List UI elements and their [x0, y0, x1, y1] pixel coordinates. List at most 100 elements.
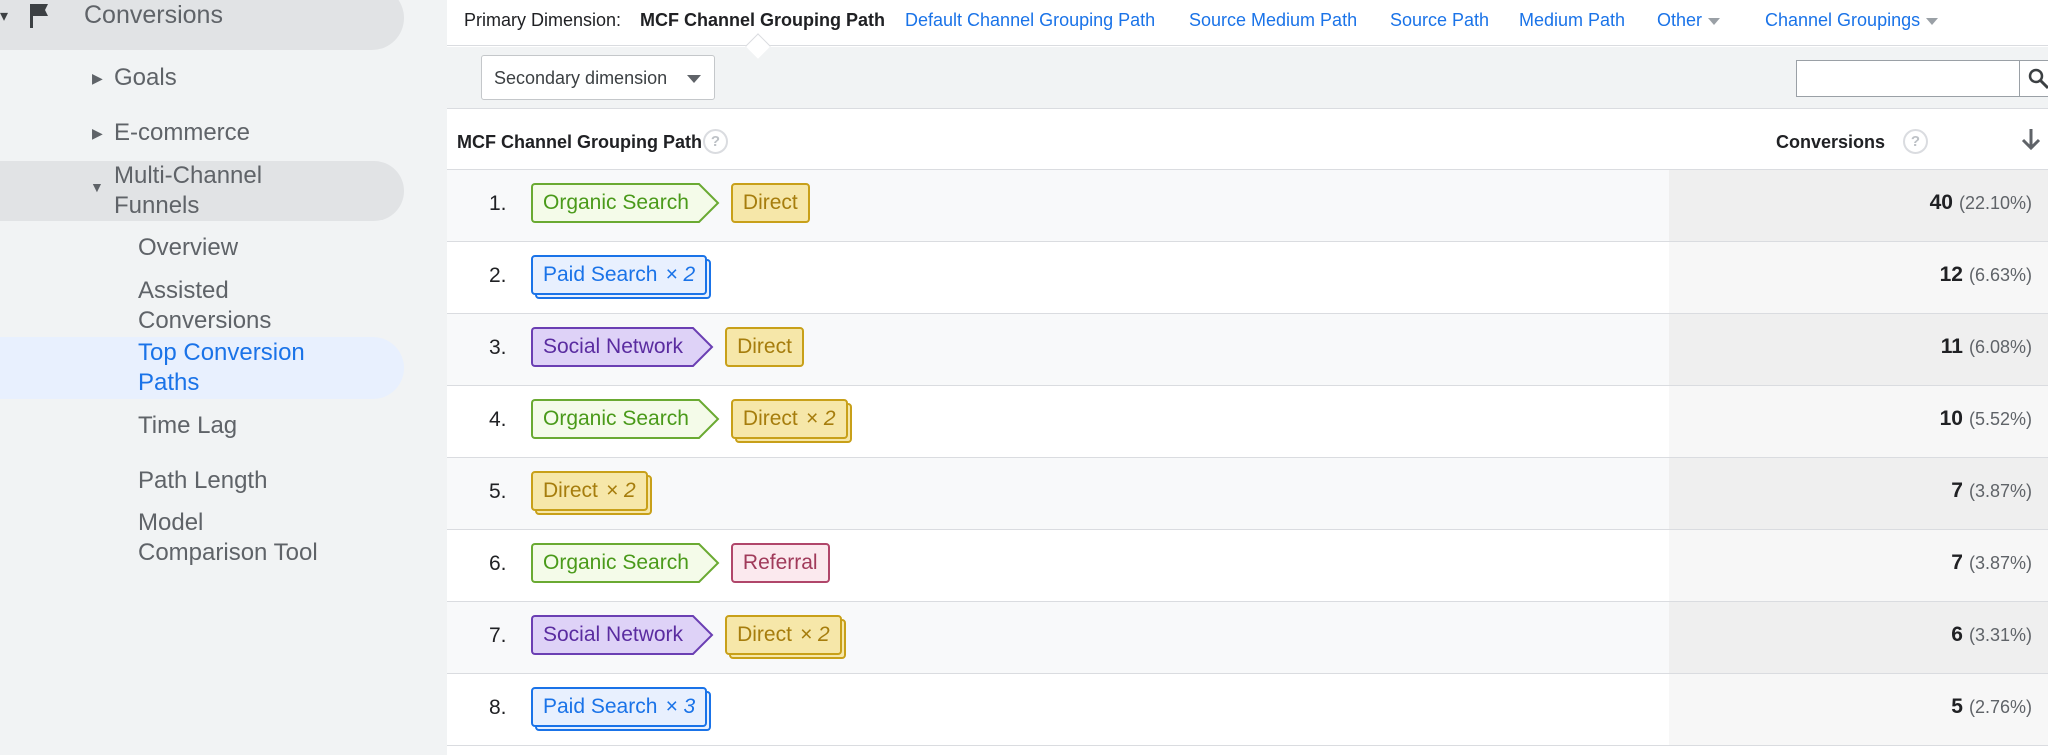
conversions-percent: (6.08%) — [1968, 337, 2032, 357]
channel-chip-social: Social Network — [531, 615, 714, 657]
secondary-dimension-label: Secondary dimension — [494, 68, 668, 88]
sidebar-item-label[interactable]: Top Conversion — [138, 338, 305, 368]
channel-chip-paid: Paid Search × 2 — [531, 255, 712, 299]
row-number: 7. — [489, 624, 507, 647]
column-header-path[interactable]: MCF Channel Grouping Path — [457, 132, 702, 153]
conversions-percent: (5.52%) — [1968, 409, 2032, 429]
conversions-value: 40 (22.10%) — [1930, 191, 2032, 215]
table-body: 1. Organic Search Direct 40 (22.10%) 2. Paid S… — [447, 170, 2048, 746]
chevron-right-icon — [692, 615, 714, 655]
chevron-right-icon — [698, 399, 720, 439]
chip-box: Organic Search — [531, 399, 699, 439]
conversions-percent: (3.87%) — [1968, 481, 2032, 501]
sidebar-item-assisted-conversions-line2[interactable]: Conversions — [138, 306, 271, 336]
chip-multiplier: × 2 — [665, 263, 696, 286]
help-icon[interactable]: ? — [1903, 129, 1928, 154]
table-row[interactable]: 5. Direct × 2 7 (3.87%) — [447, 458, 2048, 530]
chip-label: Organic Search — [543, 191, 689, 214]
chip-box: Organic Search — [531, 543, 699, 583]
dimension-link-medium[interactable]: Medium Path — [1519, 10, 1625, 31]
table-row[interactable]: 6. Organic Search Referral 7 (3.87%) — [447, 530, 2048, 602]
chip-box: Referral — [730, 543, 830, 583]
help-icon[interactable]: ? — [703, 129, 728, 154]
arrow-down-icon[interactable] — [2021, 127, 2041, 151]
conversions-value: 10 (5.52%) — [1940, 407, 2032, 431]
row-number: 3. — [489, 336, 507, 359]
conversions-count: 11 — [1940, 335, 1963, 358]
dimension-link-source-medium[interactable]: Source Medium Path — [1189, 10, 1357, 31]
sidebar-item-time-lag[interactable]: Time Lag — [138, 411, 237, 441]
table-search-input[interactable] — [1796, 60, 2020, 97]
sidebar-item-label: Funnels — [114, 192, 200, 219]
primary-dimension-bar: Primary Dimension: MCF Channel Grouping … — [447, 0, 2048, 46]
row-number: 8. — [489, 696, 507, 719]
secondary-dimension-dropdown[interactable]: Secondary dimension — [481, 55, 715, 100]
table-row[interactable]: 4. Organic Search Direct × 2 10 (5.52%) — [447, 386, 2048, 458]
chevron-right-icon — [698, 543, 720, 583]
dimension-link-source[interactable]: Source Path — [1390, 10, 1489, 31]
table-row[interactable]: 1. Organic Search Direct 40 (22.10%) — [447, 170, 2048, 242]
primary-dimension-label: Primary Dimension: — [464, 10, 622, 30]
dropdown-label: Channel Groupings — [1765, 10, 1921, 30]
chip-label: Direct — [742, 191, 798, 214]
conversions-percent: (3.87%) — [1968, 553, 2032, 573]
chip-label: Organic Search — [543, 551, 689, 574]
row-number: 6. — [489, 552, 507, 575]
table-row[interactable]: 8. Paid Search × 3 5 (2.76%) — [447, 674, 2048, 746]
chip-box: Social Network — [531, 615, 694, 655]
channel-chip-social: Social Network — [531, 327, 714, 369]
chip-label: Referral — [742, 551, 818, 574]
chip-box: Direct — [730, 183, 810, 223]
chip-label: Direct — [742, 407, 798, 430]
channel-chip-direct: Direct × 2 — [730, 399, 852, 443]
row-number: 1. — [489, 192, 507, 215]
caret-right-icon: ▶ — [92, 70, 103, 86]
sidebar-item-assisted-conversions[interactable]: Assisted — [138, 276, 229, 306]
app-root: ▾ Conversions ▶ Goals ▶ E-commerce ▼ Mul… — [0, 0, 2048, 755]
sidebar-item-overview[interactable]: Overview — [138, 233, 238, 263]
sidebar-item-multi-channel-funnels[interactable]: ▼ Multi-Channel Funnels — [0, 161, 404, 221]
sidebar-item-ecommerce[interactable]: E-commerce — [114, 118, 250, 148]
sidebar-item-model-comparison-line2[interactable]: Comparison Tool — [138, 538, 318, 568]
chip-box: Direct × 2 — [730, 399, 848, 439]
conversions-percent: (22.10%) — [1958, 193, 2032, 213]
conversions-value: 7 (3.87%) — [1951, 479, 2032, 503]
path-chips: Organic Search Direct × 2 — [531, 399, 858, 443]
caret-down-icon: ▼ — [90, 179, 104, 195]
dimension-dropdown-other[interactable]: Other — [1657, 10, 1721, 31]
table-header: MCF Channel Grouping Path ? Conversions … — [447, 110, 2048, 170]
row-number: 4. — [489, 408, 507, 431]
sidebar-item-model-comparison[interactable]: Model — [138, 508, 203, 538]
conversions-count: 5 — [1951, 695, 1963, 718]
chip-label: Social Network — [543, 623, 684, 646]
conversions-percent: (6.63%) — [1968, 265, 2032, 285]
channel-chip-organic: Organic Search — [531, 399, 720, 441]
path-chips: Organic Search Referral — [531, 543, 840, 587]
sidebar-section-conversions[interactable]: ▾ Conversions — [0, 0, 404, 50]
channel-chip-direct: Direct × 2 — [725, 615, 846, 659]
dimension-link-default-channel[interactable]: Default Channel Grouping Path — [905, 10, 1155, 31]
caret-down-icon — [1926, 17, 1939, 25]
conversions-count: 6 — [1951, 623, 1963, 646]
conversions-count: 7 — [1951, 479, 1963, 502]
table-row[interactable]: 2. Paid Search × 2 12 (6.63%) — [447, 242, 2048, 314]
sidebar-item-label[interactable]: Paths — [138, 368, 199, 398]
chip-label: Direct — [543, 479, 598, 502]
search-button[interactable] — [2020, 60, 2048, 97]
path-chips: Social Network Direct × 2 — [531, 615, 852, 659]
dimension-dropdown-channel-groupings[interactable]: Channel Groupings — [1765, 10, 1939, 31]
conversions-count: 7 — [1951, 551, 1963, 574]
table-row[interactable]: 3. Social Network Direct 11 (6.08%) — [447, 314, 2048, 386]
flag-icon — [30, 4, 48, 28]
caret-down-icon — [687, 75, 701, 83]
channel-chip-paid: Paid Search × 3 — [531, 687, 712, 731]
column-header-conversions[interactable]: Conversions — [1776, 132, 1885, 153]
table-row[interactable]: 7. Social Network Direct × 2 6 (3.31%) — [447, 602, 2048, 674]
channel-chip-direct: Direct — [725, 327, 804, 369]
sidebar-item-path-length[interactable]: Path Length — [138, 466, 267, 496]
chip-label: Direct — [737, 623, 792, 646]
table-toolbar: Secondary dimension — [447, 47, 2048, 109]
chip-multiplier: × 2 — [799, 623, 830, 646]
chip-box: Direct × 2 — [725, 615, 842, 655]
sidebar-item-goals[interactable]: Goals — [114, 63, 177, 93]
